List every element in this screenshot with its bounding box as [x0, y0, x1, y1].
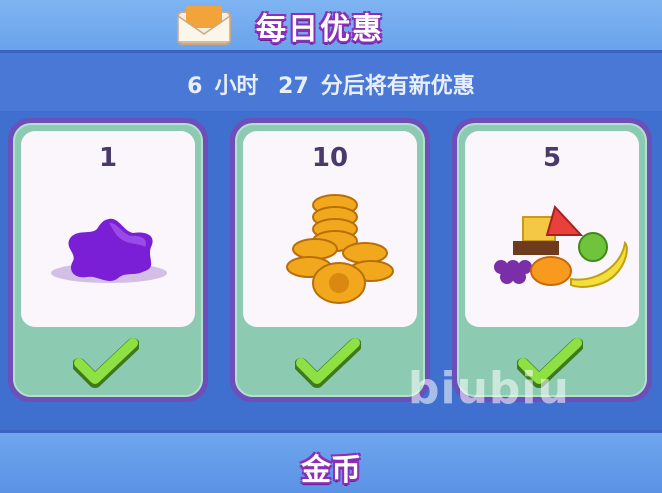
gold-coins-icon: [286, 194, 394, 304]
offer-card-top: 5: [465, 131, 639, 327]
offer-quantity: 5: [542, 143, 562, 173]
envelope-icon[interactable]: [176, 4, 232, 46]
header-bar: 每日优惠: [0, 0, 662, 53]
offer-card-top: 1: [21, 131, 195, 327]
fruit-basket-icon: [494, 205, 628, 288]
countdown-hours-unit: 小时: [214, 74, 259, 99]
claimed-check-icon: [295, 338, 361, 388]
offer-card-2[interactable]: 10: [230, 118, 430, 402]
offer-card-3[interactable]: 5: [452, 118, 652, 402]
offer-card-body: 1: [13, 123, 203, 397]
offer-card-top: 10: [243, 131, 417, 327]
coins-tab-button[interactable]: 金币: [0, 445, 662, 489]
page-title: 每日优惠: [256, 12, 384, 47]
countdown-suffix: 分后将有新优惠: [320, 74, 475, 99]
watermark: biubiu: [408, 363, 570, 414]
purple-star-candy-icon: [51, 218, 167, 283]
offer-card-1[interactable]: 1: [8, 118, 208, 402]
countdown-hours: 6: [187, 74, 203, 99]
countdown-minutes: 27: [278, 74, 309, 99]
offer-card-body: 10: [235, 123, 425, 397]
offer-card-body: 5: [457, 123, 647, 397]
offer-quantity: 10: [311, 143, 349, 173]
offer-quantity: 1: [98, 143, 118, 173]
offer-countdown: 6 小时 27 分后将有新优惠: [0, 68, 662, 100]
claimed-check-icon: [73, 338, 139, 388]
footer-bar: 金币: [0, 430, 662, 493]
